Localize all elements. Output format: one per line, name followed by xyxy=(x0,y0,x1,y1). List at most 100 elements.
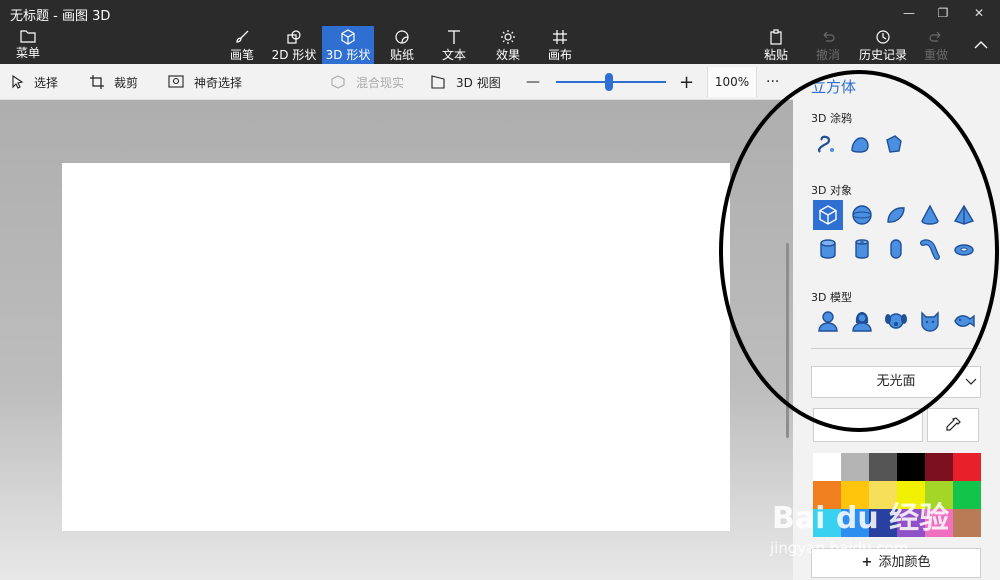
pointer-icon xyxy=(12,75,24,89)
crop-button[interactable]: 裁剪 xyxy=(90,64,138,100)
stickers-icon xyxy=(395,30,409,44)
color-swatch[interactable] xyxy=(897,481,925,509)
paste-label: 粘贴 xyxy=(763,48,788,62)
tab-canvas[interactable]: 画布 xyxy=(540,26,580,64)
models-section-title: 3D 模型 xyxy=(811,291,852,304)
color-swatch[interactable] xyxy=(953,481,981,509)
restore-button[interactable]: ❐ xyxy=(926,0,960,26)
flat-doodle-button[interactable] xyxy=(879,129,909,159)
workspace[interactable] xyxy=(0,100,793,580)
close-button[interactable]: ✕ xyxy=(962,0,996,26)
add-color-button[interactable]: + 添加颜色 xyxy=(811,548,981,578)
sphere-button[interactable] xyxy=(847,200,877,230)
tab-3d-shapes-label: 3D 形状 xyxy=(325,48,371,62)
2d-shapes-icon xyxy=(287,30,301,44)
color-swatch[interactable] xyxy=(813,481,841,509)
pyramid-button[interactable] xyxy=(949,200,979,230)
minimize-button[interactable]: — xyxy=(892,0,926,26)
3d-view-label: 3D 视图 xyxy=(456,75,501,90)
current-color[interactable] xyxy=(813,408,923,442)
color-swatch[interactable] xyxy=(841,509,869,537)
brush-icon xyxy=(236,30,249,43)
paste-button[interactable]: 粘贴 xyxy=(756,26,796,64)
3d-shapes-panel: 立方体 3D 涂鸦 3D 对象 3D 模型 无光面 + 添加颜色 xyxy=(793,64,1000,580)
tab-brushes-label: 画笔 xyxy=(229,48,254,62)
cube-button[interactable] xyxy=(813,200,843,230)
color-swatch[interactable] xyxy=(841,453,869,481)
history-button[interactable]: 历史记录 xyxy=(856,26,910,64)
magic-select-button[interactable]: 神奇选择 xyxy=(168,64,242,100)
menu-button[interactable]: 菜单 xyxy=(8,26,48,64)
magic-select-label: 神奇选择 xyxy=(194,75,243,90)
vertical-scrollbar[interactable] xyxy=(786,243,789,438)
zoom-in-button[interactable]: + xyxy=(679,64,694,100)
tube-icon xyxy=(855,239,869,259)
redo-label: 重做 xyxy=(923,48,948,62)
soft-doodle-button[interactable] xyxy=(845,129,875,159)
color-swatch[interactable] xyxy=(925,453,953,481)
folder-icon xyxy=(20,30,36,43)
collapse-ribbon-button[interactable] xyxy=(966,26,996,64)
dog-model-button[interactable] xyxy=(881,306,911,336)
color-swatch[interactable] xyxy=(841,481,869,509)
man-model-button[interactable] xyxy=(813,306,843,336)
zoom-out-button[interactable]: — xyxy=(526,64,540,100)
cone-button[interactable] xyxy=(915,200,945,230)
doodle-section-title: 3D 涂鸦 xyxy=(811,112,852,125)
tab-2d-shapes-label: 2D 形状 xyxy=(271,48,317,62)
more-options-button[interactable]: ··· xyxy=(766,64,779,100)
tab-effects[interactable]: 效果 xyxy=(488,26,528,64)
zoom-slider-thumb[interactable] xyxy=(604,73,613,91)
zoom-level[interactable]: 100% xyxy=(707,67,757,97)
tab-stickers-label: 贴纸 xyxy=(389,48,414,62)
panel-title: 立方体 xyxy=(811,78,857,96)
color-swatch[interactable] xyxy=(925,481,953,509)
cylinder-button[interactable] xyxy=(813,234,843,264)
dog-model-icon xyxy=(885,313,907,329)
menu-label: 菜单 xyxy=(15,46,40,60)
woman-model-button[interactable] xyxy=(847,306,877,336)
color-swatch[interactable] xyxy=(925,509,953,537)
man-model-icon xyxy=(818,311,838,332)
color-swatch[interactable] xyxy=(869,481,897,509)
tab-stickers[interactable]: 贴纸 xyxy=(382,26,422,64)
curved-tube-icon xyxy=(920,239,940,260)
color-swatch[interactable] xyxy=(897,453,925,481)
redo-button[interactable]: 重做 xyxy=(916,26,956,64)
tab-2d-shapes[interactable]: 2D 形状 xyxy=(268,26,320,64)
donut-button[interactable] xyxy=(949,234,979,264)
chevron-up-icon xyxy=(974,41,988,49)
cat-model-button[interactable] xyxy=(915,306,945,336)
sharp-doodle-icon xyxy=(818,135,834,153)
color-swatch[interactable] xyxy=(813,453,841,481)
3d-view-button[interactable]: 3D 视图 xyxy=(430,64,501,100)
mixed-reality-button[interactable]: 混合现实 xyxy=(330,64,404,100)
canvas-icon xyxy=(553,30,567,44)
hemisphere-button[interactable] xyxy=(881,200,911,230)
color-swatch[interactable] xyxy=(953,453,981,481)
capsule-button[interactable] xyxy=(881,234,911,264)
color-swatch[interactable] xyxy=(953,509,981,537)
sharp-doodle-button[interactable] xyxy=(811,129,841,159)
finish-dropdown[interactable]: 无光面 xyxy=(811,366,981,398)
eyedropper-button[interactable] xyxy=(927,408,979,442)
select-button[interactable]: 选择 xyxy=(12,64,58,100)
undo-button[interactable]: 撤消 xyxy=(808,26,848,64)
tab-brushes[interactable]: 画笔 xyxy=(222,26,262,64)
color-swatch[interactable] xyxy=(813,509,841,537)
tab-text[interactable]: 文本 xyxy=(434,26,474,64)
drawing-canvas[interactable] xyxy=(62,163,730,531)
tab-canvas-label: 画布 xyxy=(547,48,572,62)
tab-3d-shapes[interactable]: 3D 形状 xyxy=(322,26,374,64)
fish-model-button[interactable] xyxy=(949,306,979,336)
tube-button[interactable] xyxy=(847,234,877,264)
redo-icon xyxy=(929,31,941,42)
color-swatch[interactable] xyxy=(897,509,925,537)
tab-effects-label: 效果 xyxy=(495,48,520,62)
curved-tube-button[interactable] xyxy=(915,234,945,264)
tool-options-bar: 选择 裁剪 神奇选择 混合现实 3D 视图 — + 100% ··· xyxy=(0,64,793,100)
pyramid-icon xyxy=(953,204,975,225)
color-swatch[interactable] xyxy=(869,453,897,481)
color-swatch[interactable] xyxy=(869,509,897,537)
mixed-reality-icon xyxy=(331,75,345,89)
